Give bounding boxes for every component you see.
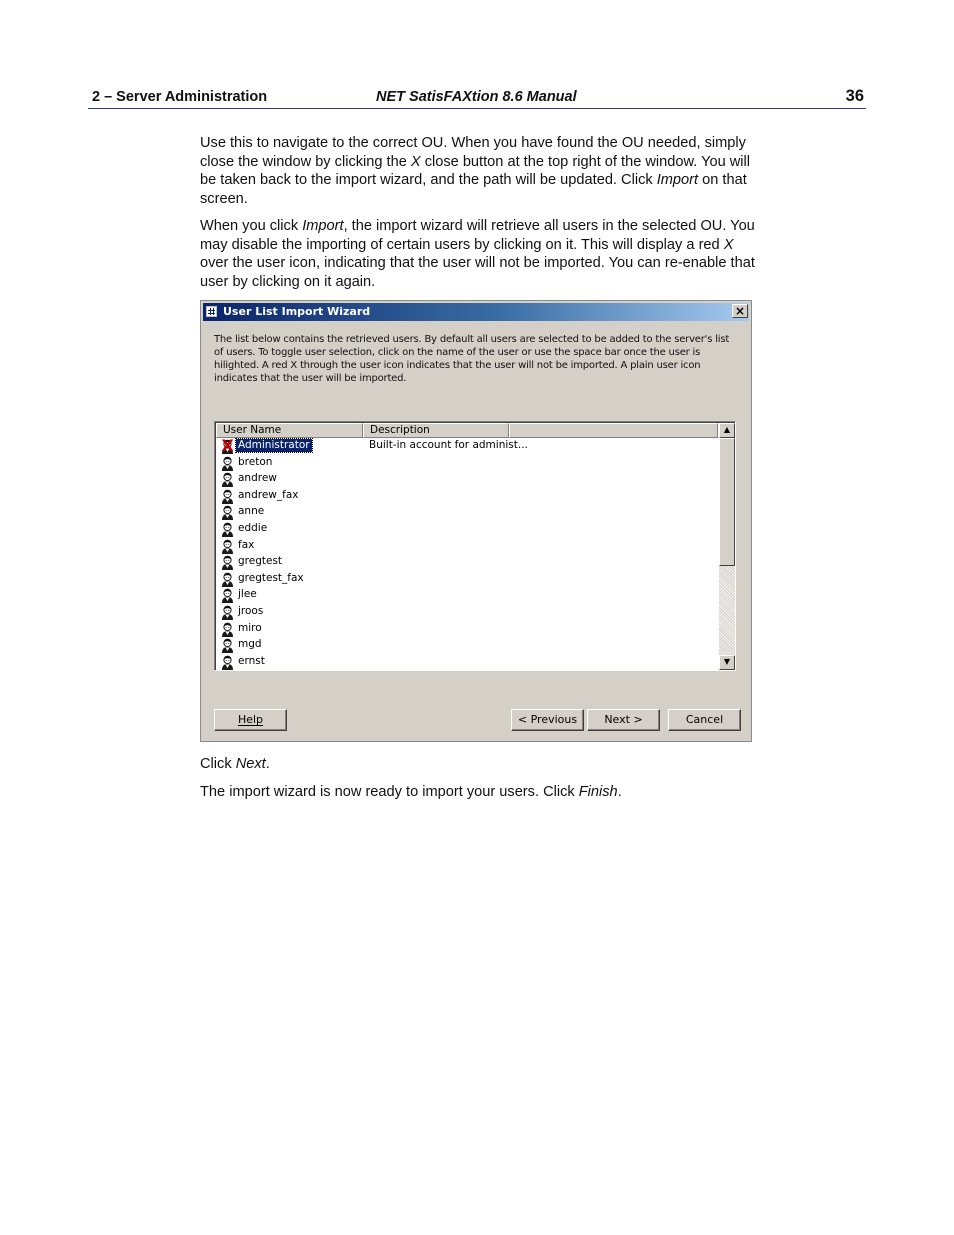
table-row[interactable]: andrew <box>218 471 718 488</box>
user-name[interactable]: fax <box>236 539 256 552</box>
page-header: 2 – Server Administration NET SatisFAXti… <box>88 87 866 109</box>
user-name[interactable]: jlee <box>236 588 259 601</box>
manual-title: NET SatisFAXtion 8.6 Manual <box>376 89 577 105</box>
emphasis: X <box>723 236 734 253</box>
previous-button[interactable]: < Previous <box>511 709 584 731</box>
emphasis: Finish <box>578 784 618 800</box>
table-row[interactable]: jroos <box>218 604 718 621</box>
user-icon <box>221 572 234 587</box>
user-icon <box>221 605 234 620</box>
user-name[interactable]: mgd <box>236 638 264 651</box>
paragraph-navigate-ou: Use this to navigate to the correct OU. … <box>200 134 760 209</box>
scroll-up-button[interactable]: ▲ <box>719 423 735 438</box>
text: . <box>265 756 270 772</box>
text: Click <box>200 756 236 772</box>
paragraph-click-finish: The import wizard is now ready to import… <box>200 783 760 802</box>
vertical-scrollbar[interactable]: ▲ ▼ <box>719 423 735 670</box>
column-header-filler <box>509 423 718 438</box>
user-name[interactable]: breton <box>236 456 274 469</box>
excluded-x-icon: X <box>221 436 234 455</box>
user-icon <box>221 638 234 654</box>
user-icon <box>221 588 234 604</box>
user-icon <box>221 539 234 554</box>
table-row[interactable]: eddie <box>218 521 718 538</box>
table-row[interactable]: anne <box>218 504 718 521</box>
section-title: 2 – Server Administration <box>92 89 268 105</box>
user-name[interactable]: anne <box>236 505 266 518</box>
dialog-instructions: The list below contains the retrieved us… <box>214 334 730 384</box>
table-row[interactable]: fax <box>218 538 718 555</box>
dialog-titlebar: User List Import Wizard × <box>203 303 749 321</box>
text: . <box>617 784 622 800</box>
user-name[interactable]: miro <box>236 622 264 635</box>
user-icon <box>221 505 234 521</box>
user-list-frame: User Name Description X Administrator Buil… <box>215 422 735 670</box>
emphasis: Import <box>656 172 699 189</box>
table-row[interactable]: X Administrator Built-in account for admin… <box>218 438 718 455</box>
user-rows: X Administrator Built-in account for admin… <box>218 438 718 670</box>
column-header-user-name[interactable]: User Name <box>216 423 363 438</box>
next-button[interactable]: Next > <box>587 709 660 731</box>
text: When you click <box>200 218 303 234</box>
table-row[interactable]: breton <box>218 455 718 472</box>
user-icon <box>221 622 234 637</box>
table-row[interactable]: andrew_fax <box>218 488 718 505</box>
user-icon <box>221 472 234 488</box>
dialog-title: User List Import Wizard <box>223 305 371 318</box>
cancel-button[interactable]: Cancel <box>668 709 741 731</box>
emphasis: Next <box>235 756 266 772</box>
paragraph-click-next: Click Next. <box>200 755 760 774</box>
user-name[interactable]: gregtest <box>236 555 284 568</box>
user-icon <box>221 456 234 471</box>
user-icon <box>221 555 234 571</box>
table-row[interactable]: mgd <box>218 637 718 654</box>
table-row[interactable]: miro <box>218 621 718 638</box>
user-description: Built-in account for administ... <box>369 439 528 451</box>
close-button[interactable]: × <box>732 304 748 318</box>
wizard-grid-icon <box>206 306 217 317</box>
user-icon <box>221 522 234 537</box>
user-icon <box>221 655 234 670</box>
user-list[interactable]: User Name Description X Administrator Buil… <box>214 421 736 671</box>
help-button[interactable]: Help <box>214 709 287 731</box>
emphasis: X <box>410 153 421 170</box>
user-name[interactable]: gregtest_fax <box>236 572 306 585</box>
user-name[interactable]: eddie <box>236 522 269 535</box>
user-name[interactable]: Administrator <box>235 438 313 453</box>
user-list-import-wizard-dialog: User List Import Wizard × The list below… <box>200 300 752 742</box>
help-label: Help <box>237 713 264 726</box>
emphasis: Import <box>302 218 344 234</box>
scroll-thumb[interactable] <box>719 438 735 566</box>
table-row[interactable]: gregtest_fax <box>218 571 718 588</box>
user-icon <box>221 489 234 504</box>
paragraph-import-users: When you click Import, the import wizard… <box>200 217 760 292</box>
table-row[interactable]: jlee <box>218 587 718 604</box>
user-name[interactable]: andrew <box>236 472 279 485</box>
user-name[interactable]: ernst <box>236 655 267 668</box>
text: over the user icon, indicating that the … <box>200 255 755 291</box>
column-header-description[interactable]: Description <box>363 423 509 438</box>
table-row[interactable]: ernst <box>218 654 718 670</box>
table-row[interactable]: gregtest <box>218 554 718 571</box>
text: The import wizard is now ready to import… <box>200 784 579 800</box>
user-name[interactable]: andrew_fax <box>236 489 300 502</box>
page-number: 36 <box>845 87 864 105</box>
scroll-down-button[interactable]: ▼ <box>719 655 735 670</box>
user-name[interactable]: jroos <box>236 605 265 618</box>
